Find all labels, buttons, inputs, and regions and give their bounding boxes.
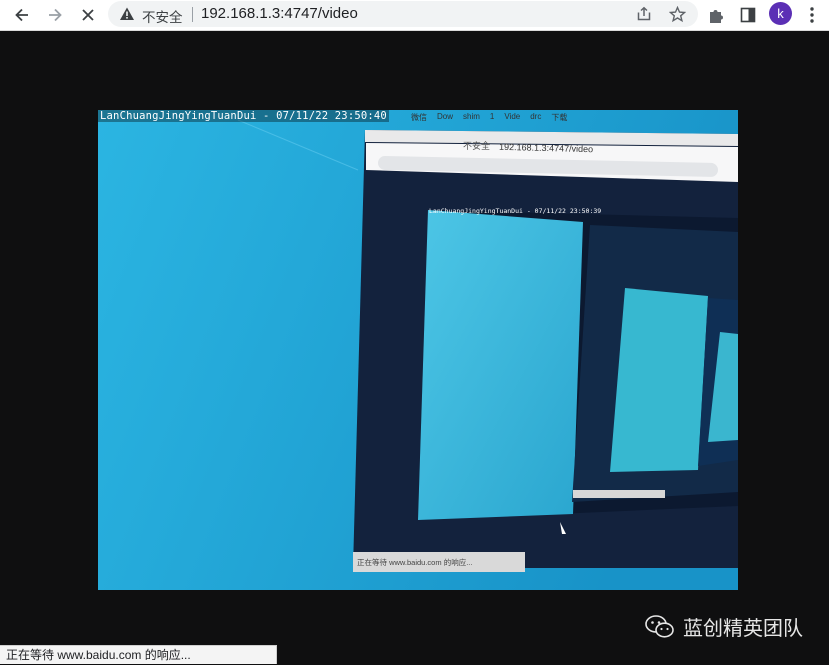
inner-tab: 1 <box>489 112 495 121</box>
recursive-screen-image <box>98 110 738 590</box>
menu-button[interactable] <box>801 4 823 26</box>
watermark-text: 蓝创精英团队 <box>683 618 803 640</box>
inner-tab: 下载 <box>551 113 568 122</box>
address-bar[interactable]: 不安全 192.168.1.3:4747/video <box>108 1 698 27</box>
side-panel-button[interactable] <box>737 4 759 26</box>
profile-initial: k <box>777 6 784 21</box>
watermark: 蓝创精英团队 <box>645 612 803 641</box>
inner-timestamp-overlay: LanChuangJingYingTuanDui - 07/11/22 23:5… <box>429 207 602 215</box>
inner-tab-strip: 微信 Dow shim 1 Vide drc 下载 <box>411 112 567 123</box>
star-icon <box>668 5 686 22</box>
forward-arrow-icon <box>49 8 62 22</box>
inner-tab: drc <box>530 112 542 121</box>
inner-security-label: 不安全 <box>463 141 491 151</box>
wechat-icon <box>645 614 674 638</box>
video-stream: LanChuangJingYingTuanDui - 07/11/22 23:5… <box>98 110 738 590</box>
back-button[interactable] <box>10 3 34 27</box>
security-label[interactable]: 不安全 <box>142 6 183 26</box>
browser-toolbar: 不安全 192.168.1.3:4747/video k <box>0 0 829 31</box>
profile-avatar[interactable]: k <box>769 2 792 25</box>
close-x-icon <box>82 9 94 21</box>
inner-tab: Vide <box>504 112 521 121</box>
warning-icon <box>120 7 134 20</box>
kebab-menu-icon <box>810 7 814 23</box>
side-panel-icon <box>740 7 756 23</box>
inner-status-text: 正在等待 www.baidu.com 的响应... <box>357 558 473 567</box>
puzzle-icon <box>709 9 723 23</box>
url-text[interactable]: 192.168.1.3:4747/video <box>201 5 358 22</box>
inner-tab: 微信 <box>411 113 427 122</box>
inner-tab: shim <box>463 112 480 121</box>
bookmark-button[interactable] <box>668 5 686 23</box>
forward-button[interactable] <box>43 3 67 27</box>
status-bar: 正在等待 www.baidu.com 的响应... <box>0 645 277 664</box>
share-button[interactable] <box>635 5 653 23</box>
extensions-button[interactable] <box>705 4 727 26</box>
status-text: 正在等待 www.baidu.com 的响应... <box>6 648 191 662</box>
share-icon <box>637 6 651 21</box>
back-arrow-icon <box>15 8 28 22</box>
video-timestamp-overlay: LanChuangJingYingTuanDui - 07/11/22 23:5… <box>98 110 389 122</box>
stop-button[interactable] <box>76 3 100 27</box>
omnibox-divider <box>192 7 193 22</box>
inner-tab: Dow <box>437 112 454 121</box>
